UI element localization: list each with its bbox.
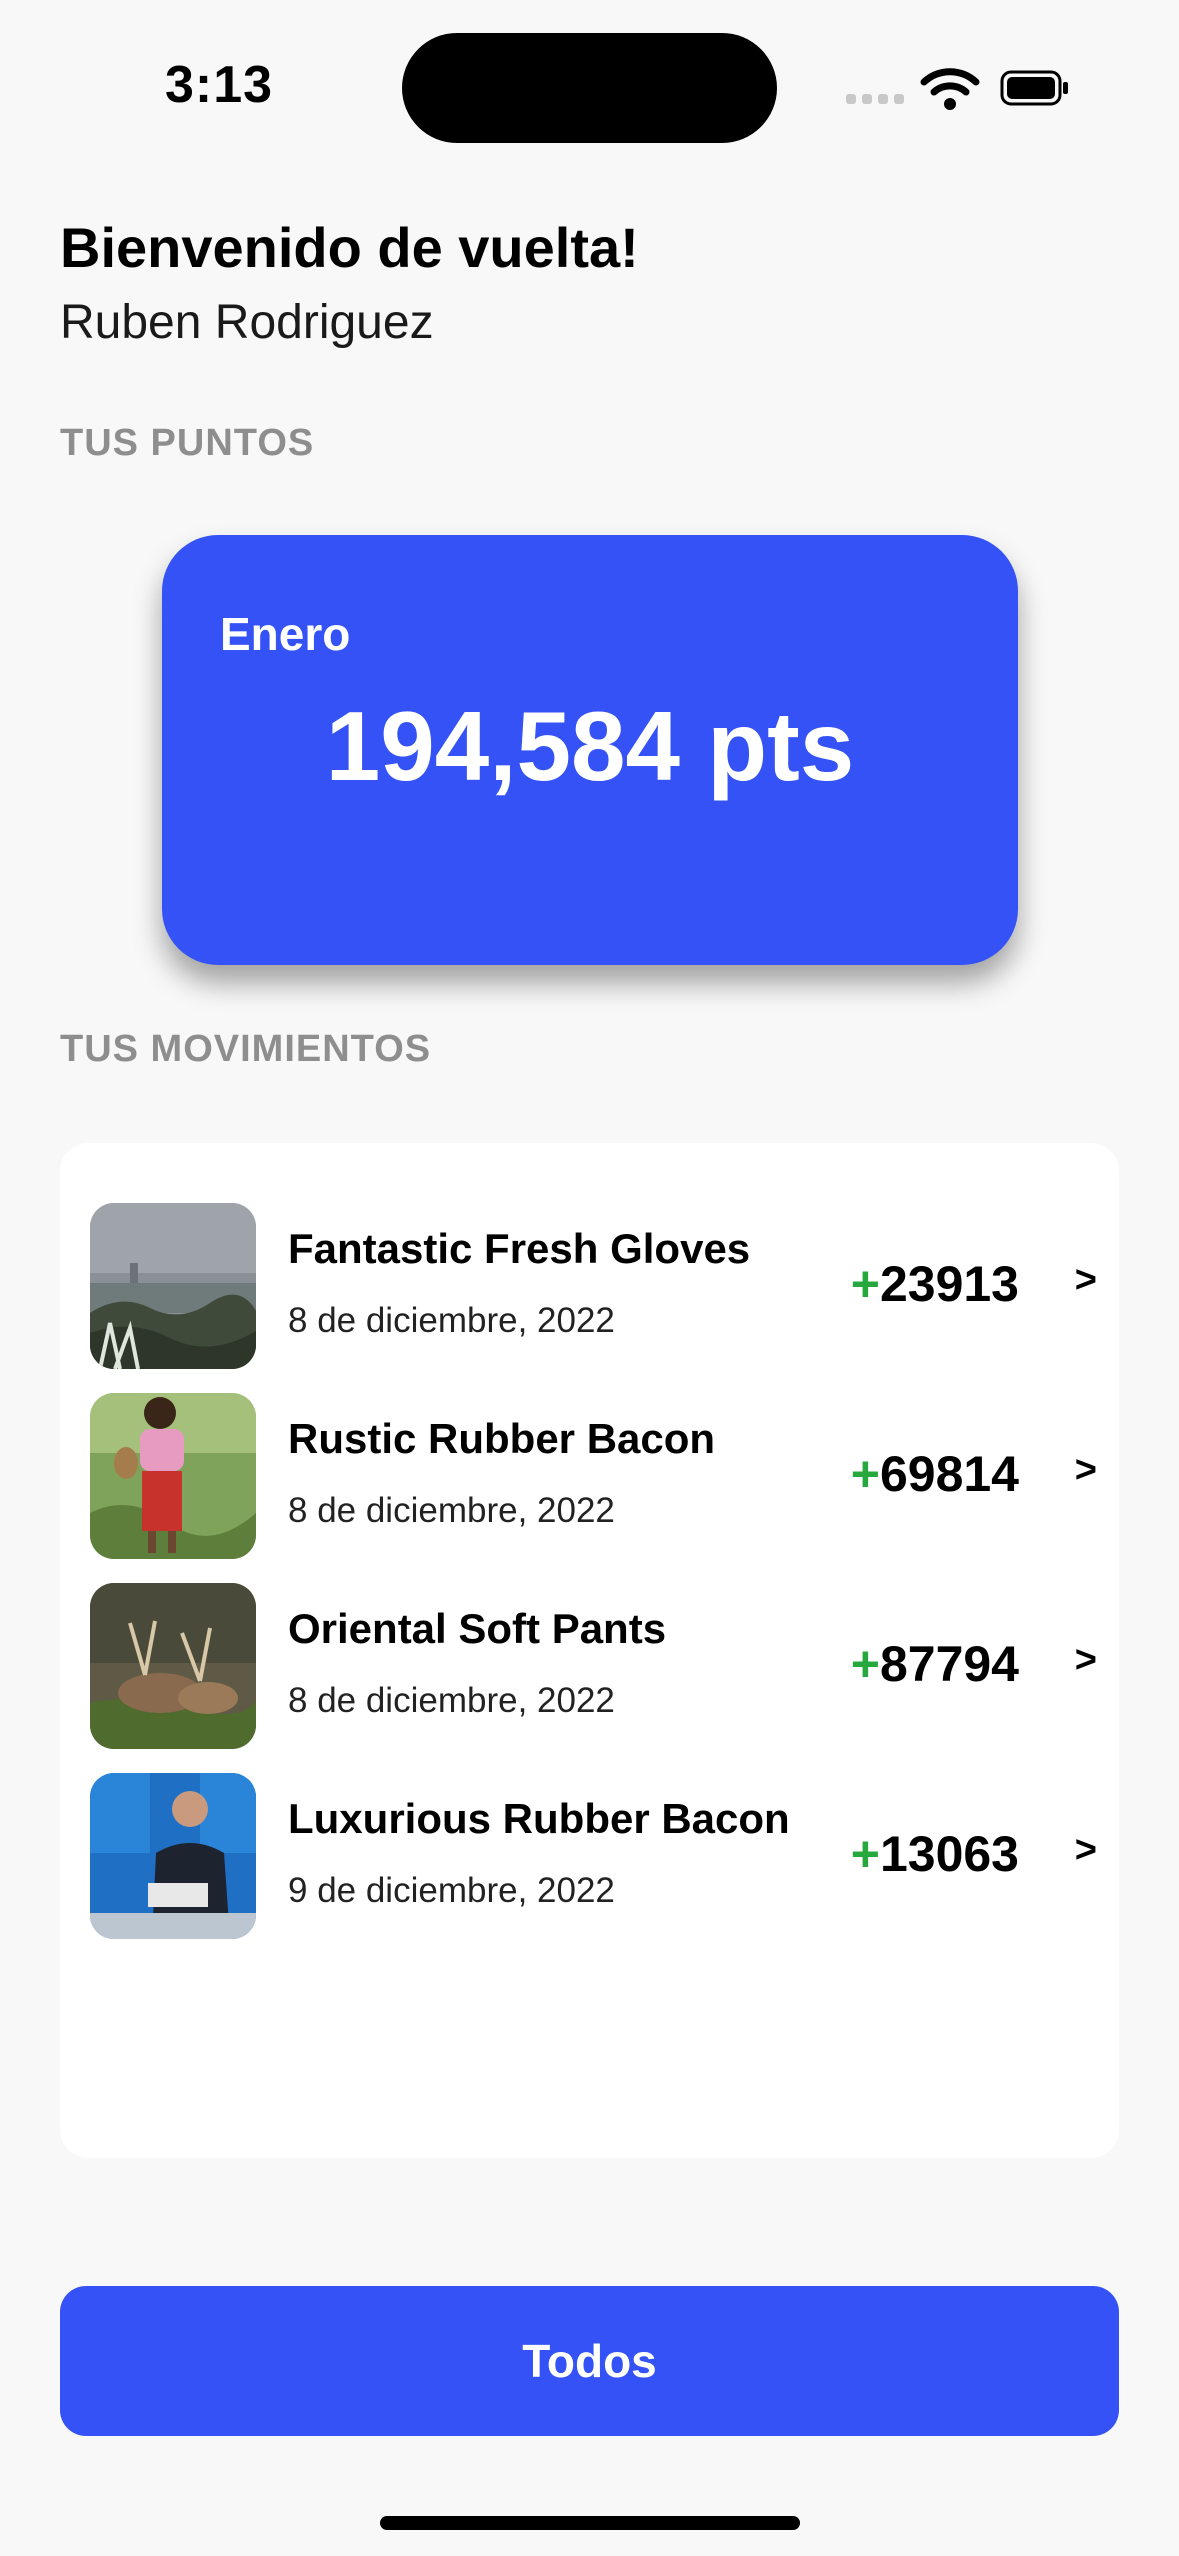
- movement-thumbnail: [90, 1393, 256, 1559]
- positive-sign: +: [850, 1256, 880, 1312]
- signal-dots-icon: [846, 94, 904, 104]
- movement-row[interactable]: Oriental Soft Pants 8 de diciembre, 2022…: [60, 1583, 1119, 1749]
- chevron-right-icon[interactable]: >: [1075, 1829, 1097, 1872]
- chevron-right-icon[interactable]: >: [1075, 1449, 1097, 1492]
- movement-amount: +87794: [851, 1635, 1019, 1693]
- movement-title: Oriental Soft Pants: [288, 1605, 667, 1652]
- greeting-title: Bienvenido de vuelta!: [60, 216, 639, 279]
- movement-title: Fantastic Fresh Gloves: [288, 1225, 751, 1272]
- movement-date: 9 de diciembre, 2022: [288, 1871, 615, 1910]
- movement-points: 69814: [879, 1446, 1019, 1502]
- movement-date: 8 de diciembre, 2022: [288, 1491, 615, 1530]
- home-indicator[interactable]: [380, 2516, 800, 2530]
- movement-amount: +13063: [851, 1825, 1019, 1883]
- movement-points: 13063: [879, 1826, 1019, 1882]
- movement-amount: +69814: [851, 1445, 1019, 1503]
- movements-section-label: TUS MOVIMIENTOS: [60, 1028, 432, 1070]
- points-card: Enero 194,584 pts: [162, 535, 1018, 965]
- movement-thumbnail: [90, 1773, 256, 1939]
- positive-sign: +: [850, 1636, 880, 1692]
- points-section-label: TUS PUNTOS: [60, 422, 315, 464]
- chevron-right-icon[interactable]: >: [1075, 1259, 1097, 1302]
- movement-row[interactable]: Rustic Rubber Bacon 8 de diciembre, 2022…: [60, 1393, 1119, 1559]
- view-all-button[interactable]: Todos: [60, 2286, 1119, 2436]
- wifi-icon: [920, 68, 980, 110]
- chevron-right-icon[interactable]: >: [1075, 1639, 1097, 1682]
- status-time: 3:13: [165, 56, 274, 114]
- movement-row[interactable]: Fantastic Fresh Gloves 8 de diciembre, 2…: [60, 1203, 1119, 1369]
- points-value: 194,584 pts: [325, 691, 855, 801]
- user-name: Ruben Rodriguez: [60, 296, 434, 349]
- positive-sign: +: [850, 1446, 880, 1502]
- dynamic-island: [402, 33, 777, 143]
- movement-points: 23913: [879, 1256, 1019, 1312]
- movement-points: 87794: [879, 1636, 1019, 1692]
- points-month: Enero: [220, 608, 351, 660]
- movement-row[interactable]: Luxurious Rubber Bacon 9 de diciembre, 2…: [60, 1773, 1119, 1939]
- positive-sign: +: [850, 1826, 880, 1882]
- status-bar: 3:13: [0, 0, 1179, 180]
- movement-date: 8 de diciembre, 2022: [288, 1301, 615, 1340]
- movement-thumbnail: [90, 1203, 256, 1369]
- movement-thumbnail: [90, 1583, 256, 1749]
- battery-icon: [1000, 70, 1068, 106]
- movements-list: Fantastic Fresh Gloves 8 de diciembre, 2…: [60, 1143, 1119, 2158]
- movement-amount: +23913: [851, 1255, 1019, 1313]
- movement-title: Rustic Rubber Bacon: [288, 1415, 716, 1462]
- movement-date: 8 de diciembre, 2022: [288, 1681, 615, 1720]
- movement-title: Luxurious Rubber Bacon: [288, 1795, 790, 1842]
